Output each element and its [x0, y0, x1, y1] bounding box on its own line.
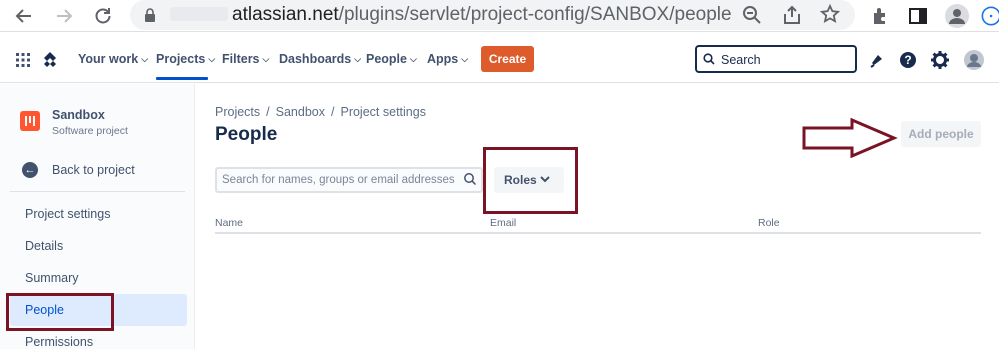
sidebar-item-label: Summary: [25, 271, 79, 285]
lock-icon: [144, 8, 156, 27]
people-search-placeholder: Search for names, groups or email addres…: [222, 174, 455, 186]
url-path: /plugins/servlet/project-config/SANBOX/p…: [338, 4, 732, 25]
forward-arrow-icon[interactable]: [52, 4, 76, 28]
nav-projects[interactable]: Projects ⌵: [156, 52, 215, 66]
people-search-input[interactable]: Search for names, groups or email addres…: [215, 167, 483, 193]
annotation-box-people: [6, 293, 114, 331]
table-header-divider: [215, 232, 981, 234]
zoom-icon[interactable]: [742, 5, 762, 30]
breadcrumb: Projects / Sandbox / Project settings: [215, 105, 426, 119]
url-redacted: [170, 7, 228, 21]
browser-toolbar: atlassian.net/plugins/servlet/project-co…: [0, 0, 999, 32]
search-icon: [463, 172, 477, 191]
chevron-down-icon: ⌵: [208, 54, 216, 64]
sidebar-item-label: Permissions: [25, 335, 94, 349]
project-type: Software project: [52, 125, 128, 137]
nav-your-work-label: Your work: [78, 52, 139, 66]
search-icon: [703, 52, 715, 70]
chevron-down-icon: ⌵: [141, 54, 149, 64]
svg-text:?: ?: [904, 53, 911, 67]
app-switcher-icon[interactable]: [16, 53, 30, 72]
reload-icon[interactable]: [91, 4, 115, 28]
annotation-arrow-icon: [800, 117, 900, 163]
extensions-icon[interactable]: [868, 4, 892, 28]
page-title: People: [215, 124, 278, 145]
nav-your-work[interactable]: Your work ⌵: [78, 52, 148, 66]
chevron-down-icon: ⌵: [410, 54, 417, 64]
nav-filters-label: Filters: [222, 52, 260, 66]
url-text: atlassian.net/plugins/servlet/project-co…: [232, 4, 732, 26]
nav-filters[interactable]: Filters ⌵: [222, 52, 269, 66]
breadcrumb-sandbox[interactable]: Sandbox: [276, 105, 325, 119]
column-header-email[interactable]: Email: [490, 217, 516, 229]
nav-apps[interactable]: Apps ⌵: [427, 52, 468, 66]
breadcrumb-separator: /: [266, 105, 270, 119]
help-icon[interactable]: ?: [897, 49, 919, 71]
bookmark-star-icon[interactable]: [819, 3, 841, 29]
browser-menu-icon[interactable]: [980, 4, 999, 28]
column-header-role[interactable]: Role: [758, 217, 780, 229]
chevron-down-icon: ⌵: [262, 54, 270, 64]
settings-gear-icon[interactable]: [929, 49, 951, 71]
address-bar[interactable]: atlassian.net/plugins/servlet/project-co…: [130, 0, 855, 30]
breadcrumb-projects[interactable]: Projects: [215, 105, 260, 119]
search-input[interactable]: Search: [695, 45, 857, 73]
profile-icon[interactable]: [945, 4, 969, 28]
search-placeholder: Search: [721, 53, 761, 67]
url-host: atlassian.net: [232, 4, 339, 25]
nav-people-label: People: [366, 52, 407, 66]
nav-apps-label: Apps: [427, 52, 459, 66]
top-navigation: Your work ⌵ Projects ⌵ Filters ⌵ Dashboards…: [0, 37, 999, 83]
user-avatar[interactable]: [963, 49, 985, 71]
column-header-name[interactable]: Name: [215, 217, 243, 229]
back-to-project-label: Back to project: [52, 163, 135, 177]
nav-people[interactable]: People ⌵: [366, 52, 417, 66]
project-avatar: [20, 111, 40, 131]
add-people-button[interactable]: Add people: [901, 121, 981, 147]
nav-dashboards[interactable]: Dashboards ⌵: [279, 52, 361, 66]
sidebar-item-details[interactable]: Details: [10, 230, 187, 262]
back-to-project-link[interactable]: ← Back to project: [22, 160, 182, 180]
breadcrumb-project-settings[interactable]: Project settings: [340, 105, 425, 119]
nav-dashboards-label: Dashboards: [279, 52, 352, 66]
sidebar-item-summary[interactable]: Summary: [10, 262, 187, 294]
back-arrow-icon[interactable]: [12, 4, 36, 28]
side-panel-icon[interactable]: [906, 4, 930, 28]
arrow-left-icon: ←: [22, 162, 38, 178]
active-nav-indicator: [156, 77, 208, 80]
create-button[interactable]: Create: [481, 46, 534, 72]
breadcrumb-separator: /: [331, 105, 335, 119]
sidebar-divider: [10, 191, 185, 192]
sidebar-item-label: Details: [25, 239, 64, 253]
jira-logo-icon[interactable]: [41, 51, 59, 74]
nav-projects-label: Projects: [156, 52, 206, 66]
chevron-down-icon: ⌵: [354, 54, 362, 64]
annotation-box-roles: [483, 147, 578, 214]
project-name: Sandbox: [52, 108, 105, 122]
sidebar-section-heading: Project settings: [25, 207, 111, 221]
chevron-down-icon: ⌵: [461, 54, 469, 64]
notifications-icon[interactable]: [866, 49, 888, 71]
share-icon[interactable]: [782, 5, 802, 30]
